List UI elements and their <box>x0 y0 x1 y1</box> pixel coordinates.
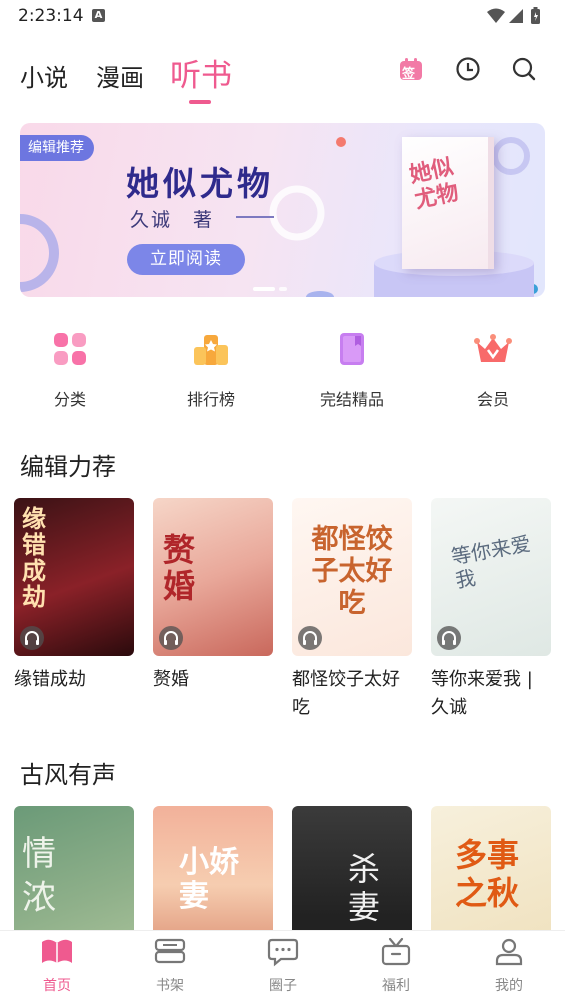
quick-link-category[interactable]: 分类 <box>15 322 125 410</box>
section-title-ancient-style: 古风有声 <box>20 761 116 789</box>
tab-audiobook[interactable]: 听书 <box>170 50 232 95</box>
read-now-button[interactable]: 立即阅读 <box>127 244 245 275</box>
checkin-icon[interactable]: 签 <box>398 56 424 82</box>
tab-label: 首页 <box>43 978 71 994</box>
book-title: 等你来爱我 | 久诚 <box>431 669 533 718</box>
quick-link-label: 分类 <box>53 390 86 409</box>
battery-icon <box>531 7 540 24</box>
cover-title: 情浓 <box>22 834 56 918</box>
ranking-icon <box>192 330 230 368</box>
cover-title: 等你来爱我 <box>449 531 533 593</box>
tab-circle[interactable]: 圈子 <box>253 937 313 995</box>
cover-title: 赘婚 <box>163 531 196 605</box>
tab-label: 圈子 <box>269 978 297 994</box>
book-title: 都怪饺子太好吃 <box>292 669 400 718</box>
book-card[interactable]: 都怪饺子太好吃 都怪饺子太好吃 <box>292 498 412 722</box>
book-cover: 缘错成劫 <box>14 498 134 656</box>
headphone-icon <box>20 626 44 650</box>
tab-label: 福利 <box>382 978 410 994</box>
tab-novel[interactable]: 小说 <box>20 58 68 93</box>
checkin-icon-label: 签 <box>402 67 416 82</box>
tab-home[interactable]: 首页 <box>27 937 87 995</box>
headphone-icon <box>159 626 183 650</box>
headphone-icon <box>437 626 461 650</box>
quick-links: 分类 排行榜 完结精品 会员 <box>0 322 565 412</box>
book-icon <box>333 330 371 368</box>
banner-cover-text: 她似尤物 <box>407 154 461 214</box>
headphone-icon <box>298 626 322 650</box>
active-tab-indicator <box>189 100 211 104</box>
tab-bookshelf[interactable]: 书架 <box>140 937 200 995</box>
book-cover: 都怪饺子太好吃 <box>292 498 412 656</box>
section-title-editor-picks: 编辑力荐 <box>20 453 116 481</box>
banner-title: 她似尤物 <box>126 164 274 203</box>
book-card[interactable]: 缘错成劫 缘错成劫 <box>14 498 134 694</box>
tab-label: 我的 <box>495 978 523 994</box>
author-divider <box>236 216 274 218</box>
status-bar: 2:23:14 A <box>0 0 565 32</box>
category-icon <box>51 330 89 368</box>
tab-profile[interactable]: 我的 <box>479 937 539 995</box>
search-icon[interactable] <box>511 56 537 82</box>
banner-book-cover: 她似尤物 <box>402 137 494 269</box>
system-icons <box>485 6 549 30</box>
tab-welfare[interactable]: 福利 <box>366 937 426 995</box>
top-nav: 小说 漫画 听书 签 <box>0 40 565 110</box>
quick-link-label: 完结精品 <box>319 390 384 409</box>
tab-comic[interactable]: 漫画 <box>96 58 144 93</box>
cover-title: 杀妻 <box>348 850 381 926</box>
wifi-icon <box>487 8 505 23</box>
quick-link-ranking[interactable]: 排行榜 <box>156 322 266 410</box>
notification-icon: A <box>92 9 105 22</box>
book-title: 赘婚 <box>153 669 189 690</box>
book-cover: 赘婚 <box>153 498 273 656</box>
banner-author: 久诚 著 <box>130 209 215 231</box>
history-icon[interactable] <box>455 56 481 82</box>
cover-title: 缘错成劫 <box>22 505 46 611</box>
vip-crown-icon <box>474 330 512 368</box>
featured-banner[interactable]: 编辑推荐 她似尤物 久诚 著 立即阅读 她似尤物 <box>20 123 545 297</box>
editor-pick-badge: 编辑推荐 <box>20 135 94 161</box>
cover-title: 都怪饺子太好吃 <box>311 524 393 619</box>
home-icon <box>42 939 72 963</box>
quick-link-label: 排行榜 <box>186 390 235 409</box>
cover-title: 小娇妻 <box>179 845 239 914</box>
book-card[interactable]: 等你来爱我 等你来爱我 | 久诚 <box>431 498 551 722</box>
tab-label: 书架 <box>156 978 184 994</box>
gift-icon <box>381 937 411 966</box>
signal-icon <box>509 9 523 23</box>
book-card[interactable]: 赘婚 赘婚 <box>153 498 273 694</box>
profile-icon <box>495 938 523 966</box>
carousel-indicator <box>253 276 291 295</box>
status-time: 2:23:14 <box>18 6 84 26</box>
chat-bubble-icon <box>267 938 299 967</box>
quick-link-label: 会员 <box>476 390 509 409</box>
book-title: 缘错成劫 <box>14 669 86 690</box>
quick-link-completed[interactable]: 完结精品 <box>297 322 407 410</box>
cover-title: 多事之秋 <box>455 836 520 912</box>
book-cover: 等你来爱我 <box>431 498 551 656</box>
bottom-tab-bar: 首页 书架 圈子 福利 我的 <box>0 930 565 1005</box>
quick-link-vip[interactable]: 会员 <box>438 322 548 410</box>
bookshelf-icon <box>154 938 186 964</box>
